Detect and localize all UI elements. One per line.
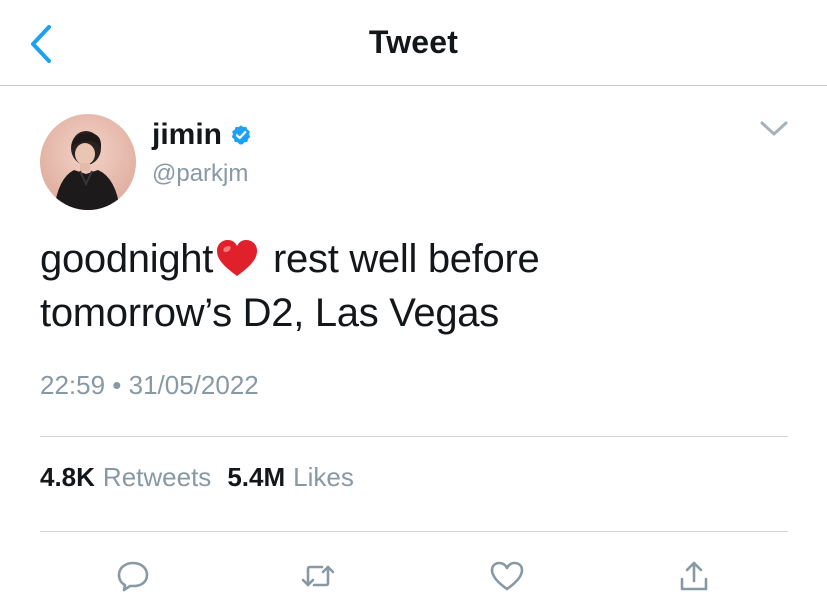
chevron-down-icon (760, 121, 788, 136)
verified-badge-icon (231, 125, 251, 145)
retweets-count: 4.8K (40, 462, 95, 492)
heart-outline-icon (490, 561, 524, 591)
heart-emoji-icon (217, 240, 258, 276)
divider (40, 531, 788, 532)
retweet-icon (301, 565, 335, 587)
tweet-text-part2: rest well before (273, 237, 540, 281)
tweet-detail-screen: Tweet jimin @parkjm goodnight rest well … (0, 0, 827, 607)
page-title: Tweet (368, 24, 459, 60)
tweet-text: goodnight rest well before tomorrow’s D2… (40, 232, 800, 340)
author-handle[interactable]: @parkjm (152, 160, 248, 188)
like-button[interactable] (487, 556, 527, 596)
likes-count: 5.4M (227, 462, 286, 492)
likes-label: Likes (293, 462, 354, 492)
top-navigation-bar: Tweet (0, 0, 827, 86)
divider (40, 436, 788, 437)
author-name[interactable]: jimin (152, 118, 252, 152)
reply-button[interactable] (113, 556, 153, 596)
retweet-button[interactable] (298, 556, 338, 596)
tweet-stats: 4.8K Retweets 5.4M Likes (40, 462, 354, 493)
tweet-text-part3: tomorrow’s D2, Las Vegas (40, 291, 499, 335)
share-button[interactable] (674, 556, 714, 596)
reply-icon (117, 561, 149, 592)
more-options-button[interactable] (756, 114, 792, 144)
avatar[interactable] (40, 114, 136, 210)
retweets-stat[interactable]: 4.8K Retweets (40, 462, 211, 493)
tweet-timestamp: 22:59 • 31/05/2022 (40, 370, 259, 400)
avatar-photo (40, 114, 136, 210)
retweets-label: Retweets (102, 462, 212, 492)
share-icon (680, 561, 708, 591)
likes-stat[interactable]: 5.4M Likes (227, 462, 354, 493)
tweet-text-part1: goodnight (40, 237, 214, 281)
author-display-name: jimin (152, 118, 223, 151)
